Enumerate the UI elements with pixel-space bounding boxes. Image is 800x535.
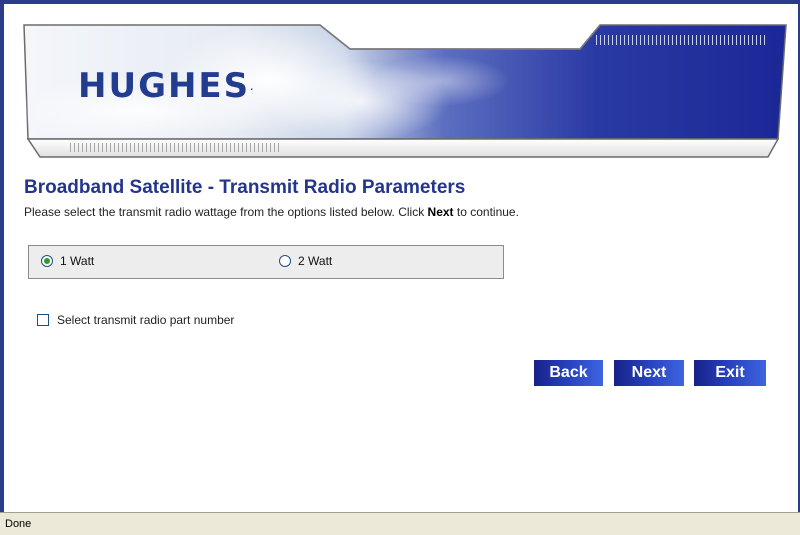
browser-content-frame: HUGHES. Broadband Satellite - Transmit R… [0, 0, 800, 516]
radio-1-watt-label: 1 Watt [60, 254, 95, 268]
instructions-next-keyword: Next [427, 205, 454, 219]
part-number-checkbox[interactable] [37, 314, 49, 326]
instructions-after: to continue. [453, 205, 519, 219]
hughes-logo-mark: . [250, 83, 254, 92]
browser-status-bar: Done [0, 512, 800, 535]
status-text: Done [5, 518, 32, 530]
radio-2-watt[interactable]: 2 Watt [279, 254, 332, 268]
radio-2-watt-label: 2 Watt [298, 254, 333, 268]
radio-1-watt[interactable]: 1 Watt [41, 254, 94, 268]
radio-selected-icon[interactable] [41, 255, 53, 267]
banner-tick-marks-top [596, 35, 768, 45]
page-title: Broadband Satellite - Transmit Radio Par… [24, 177, 466, 198]
hughes-logo-text: HUGHES [78, 66, 251, 106]
part-number-checkbox-label: Select transmit radio part number [57, 313, 235, 327]
exit-button[interactable]: Exit [694, 360, 766, 386]
radio-unselected-icon[interactable] [279, 255, 291, 267]
banner-tick-marks-bottom [70, 143, 280, 152]
wattage-radio-group: 1 Watt 2 Watt [28, 245, 504, 279]
back-button[interactable]: Back [534, 360, 603, 386]
hughes-logo: HUGHES. [78, 66, 253, 106]
part-number-checkbox-row[interactable]: Select transmit radio part number [37, 313, 234, 327]
instructions-text: Please select the transmit radio wattage… [24, 205, 519, 219]
next-button[interactable]: Next [614, 360, 684, 386]
hughes-banner: HUGHES. [20, 21, 790, 163]
instructions-before: Please select the transmit radio wattage… [24, 205, 428, 219]
